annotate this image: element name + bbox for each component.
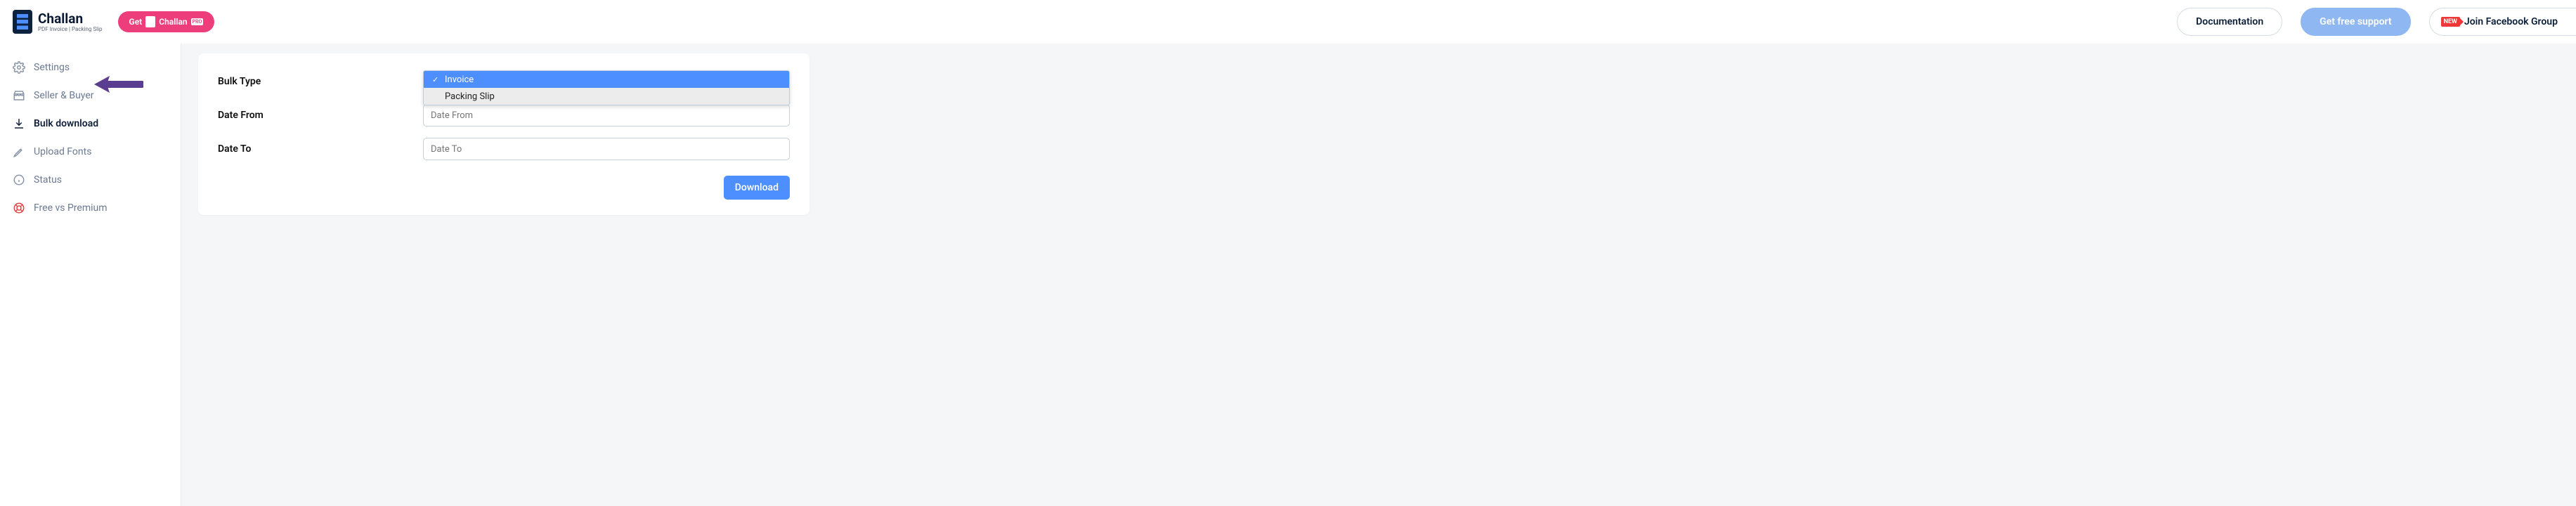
date-from-label: Date From (218, 110, 423, 121)
date-to-input[interactable] (423, 138, 790, 160)
bulk-type-label: Bulk Type (218, 76, 423, 87)
sidebar-item-seller-buyer[interactable]: Seller & Buyer (0, 82, 181, 110)
new-badge: NEW (2441, 17, 2460, 27)
download-icon (13, 117, 25, 130)
sidebar-item-label: Bulk download (34, 118, 98, 129)
pro-word: Challan (159, 17, 187, 27)
fb-label: Join Facebook Group (2464, 16, 2558, 27)
date-from-input[interactable] (423, 104, 790, 126)
sidebar-item-bulk-download[interactable]: Bulk download (0, 110, 181, 138)
sidebar-item-label: Upload Fonts (34, 146, 91, 157)
topbar: Challan PDF Invoice | Packing Slip Get C… (0, 0, 2576, 44)
get-free-support-button[interactable]: Get free support (2301, 8, 2410, 36)
logo-subtitle: PDF Invoice | Packing Slip (38, 27, 103, 32)
pro-get-label: Get (129, 17, 143, 27)
get-challan-pro-button[interactable]: Get Challan PRO (118, 11, 215, 32)
sidebar-item-label: Settings (34, 62, 70, 73)
download-button[interactable]: Download (724, 176, 790, 200)
pro-badge: PRO (191, 18, 204, 25)
logo-title: Challan (38, 12, 103, 25)
sidebar-item-upload-fonts[interactable]: Upload Fonts (0, 138, 181, 166)
join-facebook-group-button[interactable]: NEW Join Facebook Group (2429, 8, 2576, 36)
option-label: Invoice (445, 74, 474, 85)
info-circle-icon (13, 174, 25, 186)
sidebar: Settings Seller & Buyer Bulk download Up… (0, 44, 181, 506)
sidebar-item-label: Seller & Buyer (34, 90, 94, 101)
storefront-icon (13, 89, 25, 102)
pen-icon (13, 145, 25, 158)
sidebar-item-label: Status (34, 174, 62, 186)
logo: Challan PDF Invoice | Packing Slip (13, 10, 103, 34)
sidebar-item-free-vs-premium[interactable]: Free vs Premium (0, 194, 181, 222)
sidebar-item-settings[interactable]: Settings (0, 53, 181, 82)
sidebar-item-label: Free vs Premium (34, 202, 108, 214)
challan-logo-icon (13, 10, 32, 34)
option-label: Packing Slip (445, 91, 495, 102)
gear-icon (13, 61, 25, 74)
invoice-card-icon (145, 16, 155, 27)
check-icon: ✓ (432, 75, 441, 84)
bulk-type-option-packing-slip[interactable]: Packing Slip (424, 88, 789, 105)
bulk-type-dropdown: ✓ Invoice Packing Slip (423, 70, 790, 105)
life-ring-icon (13, 202, 25, 214)
bulk-type-option-invoice[interactable]: ✓ Invoice (424, 71, 789, 88)
main-content: Bulk Type ✓ Invoice Packing Slip (181, 44, 2576, 506)
sidebar-item-status[interactable]: Status (0, 166, 181, 194)
date-to-label: Date To (218, 143, 423, 155)
documentation-button[interactable]: Documentation (2177, 8, 2282, 36)
bulk-download-card: Bulk Type ✓ Invoice Packing Slip (198, 53, 809, 215)
